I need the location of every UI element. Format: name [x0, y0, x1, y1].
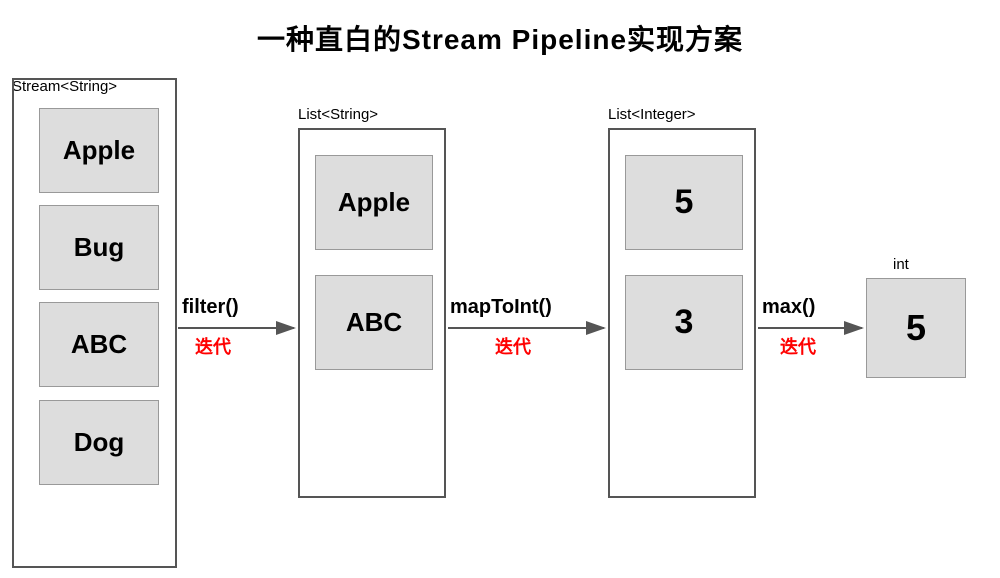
list-string-item-abc: ABC [315, 275, 433, 370]
list-string-label: List<String> [298, 106, 378, 123]
list-string-item-apple: Apple [315, 155, 433, 250]
page-title: 一种直白的Stream Pipeline实现方案 [0, 0, 1000, 68]
filter-label: filter() [182, 296, 239, 319]
list-string-container: Apple ABC [298, 128, 446, 498]
int-type-label: int [893, 256, 909, 273]
diagram: Stream<String> Apple Bug ABC Dog filter(… [0, 68, 1000, 578]
mapToInt-iterate-label: 迭代 [495, 333, 531, 359]
stream-item-apple: Apple [39, 108, 159, 193]
stream-item-bug: Bug [39, 205, 159, 290]
max-iterate-label: 迭代 [780, 333, 816, 359]
list-int-item-3: 3 [625, 275, 743, 370]
stream-item-abc: ABC [39, 302, 159, 387]
filter-iterate-label: 迭代 [195, 333, 231, 359]
stream-item-dog: Dog [39, 400, 159, 485]
int-result-box: 5 [866, 278, 966, 378]
stream-container: Apple Bug ABC Dog [12, 78, 177, 568]
list-int-container: 5 3 [608, 128, 756, 498]
max-label: max() [762, 296, 815, 319]
mapToInt-label: mapToInt() [450, 296, 552, 319]
list-int-label: List<Integer> [608, 106, 696, 123]
list-int-item-5: 5 [625, 155, 743, 250]
